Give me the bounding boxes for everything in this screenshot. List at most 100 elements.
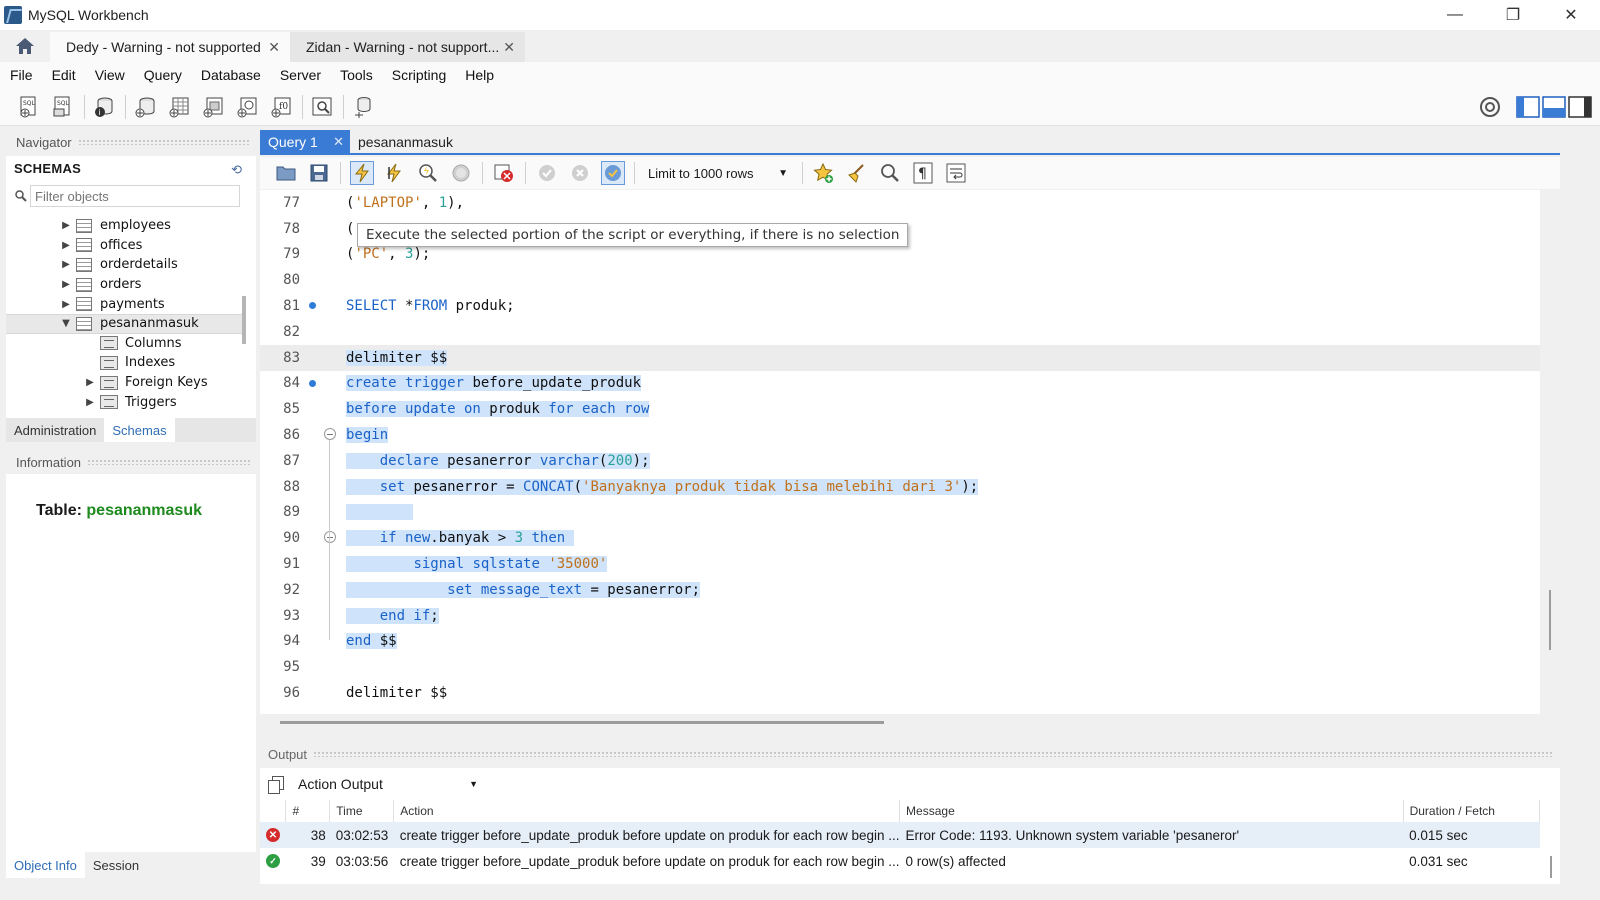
home-button[interactable] xyxy=(0,30,50,62)
menu-file[interactable]: File xyxy=(10,67,33,83)
line-number: 90 xyxy=(283,530,300,547)
expand-arrow-icon[interactable]: ▶ xyxy=(84,377,96,388)
toggle-stop-on-error-button[interactable] xyxy=(492,161,516,185)
code-line: 91 signal sqlstate '35000' xyxy=(260,551,1540,577)
expand-arrow-icon[interactable]: ▶ xyxy=(84,397,96,408)
maximize-button[interactable]: ❐ xyxy=(1484,0,1542,30)
horizontal-scrollbar[interactable] xyxy=(280,721,884,724)
output-type-select[interactable]: Action Output ▼ xyxy=(298,776,478,792)
menu-scripting[interactable]: Scripting xyxy=(392,67,446,83)
view-add-icon xyxy=(203,97,223,117)
menu-tools[interactable]: Tools xyxy=(340,67,373,83)
sql-code-editor[interactable]: 77 ('LAPTOP', 1), 78 ( 79 ('PC', 3); 80 … xyxy=(260,190,1540,714)
create-procedure-button[interactable] xyxy=(234,94,260,120)
execute-current-statement-button[interactable] xyxy=(383,161,407,185)
stop-button[interactable] xyxy=(449,161,473,185)
close-tab-icon[interactable]: ✕ xyxy=(333,134,344,150)
tree-scrollbar[interactable] xyxy=(242,296,246,344)
close-button[interactable]: ✕ xyxy=(1542,0,1600,30)
star-add-icon xyxy=(813,162,833,183)
save-file-button[interactable] xyxy=(307,161,331,185)
copy-icon[interactable] xyxy=(268,776,284,794)
output-scrollbar[interactable] xyxy=(1550,856,1552,878)
tree-item-pesananmasuk[interactable]: ▼ pesananmasuk xyxy=(6,313,242,334)
code-line-current: 83 delimiter $$ xyxy=(260,344,1540,371)
tree-item-orderdetails[interactable]: ▶ orderdetails xyxy=(6,255,242,275)
toggle-word-wrap-button[interactable] xyxy=(944,161,968,185)
create-view-button[interactable] xyxy=(200,94,226,120)
table-row[interactable]: ✓ 39 03:03:56 create trigger before_upda… xyxy=(260,848,1540,874)
toggle-secondary-sidebar-icon[interactable] xyxy=(1568,96,1592,118)
statement-marker-icon[interactable] xyxy=(309,379,316,387)
toggle-invisible-characters-button[interactable]: ¶ xyxy=(911,161,935,185)
tab-pesananmasuk[interactable]: pesananmasuk xyxy=(350,130,461,153)
open-file-button[interactable] xyxy=(274,161,298,185)
reconnect-button[interactable] xyxy=(350,94,376,120)
menu-server[interactable]: Server xyxy=(280,67,321,83)
tree-item-columns[interactable]: Columns xyxy=(6,334,242,354)
fold-toggle-icon[interactable] xyxy=(324,531,336,544)
collapse-arrow-icon[interactable]: ▼ xyxy=(60,318,72,329)
tab-administration[interactable]: Administration xyxy=(6,418,104,442)
execute-button[interactable] xyxy=(350,161,374,185)
tab-object-info[interactable]: Object Info xyxy=(6,852,85,878)
search-table-data-button[interactable] xyxy=(309,94,335,120)
tab-session[interactable]: Session xyxy=(85,852,147,878)
menu-help[interactable]: Help xyxy=(465,67,494,83)
vertical-scrollbar[interactable] xyxy=(1549,590,1551,650)
tab-query-1[interactable]: Query 1 ✕ xyxy=(260,130,350,153)
filter-objects-input[interactable] xyxy=(30,185,240,207)
menu-view[interactable]: View xyxy=(95,67,125,83)
beautify-button[interactable] xyxy=(845,161,869,185)
create-table-button[interactable] xyxy=(166,94,192,120)
table-icon xyxy=(76,277,92,292)
create-schema-button[interactable] xyxy=(132,94,158,120)
table-row[interactable]: ✕ 38 03:02:53 create trigger before_upda… xyxy=(260,822,1540,848)
settings-icon[interactable] xyxy=(1478,95,1502,119)
output-title: Output xyxy=(268,746,308,762)
table-header-row: # Time Action Message Duration / Fetch xyxy=(260,800,1541,822)
tree-item-foreign-keys[interactable]: ▶ Foreign Keys xyxy=(6,373,242,393)
menu-query[interactable]: Query xyxy=(144,67,182,83)
new-sql-tab-button[interactable]: SQL xyxy=(16,94,42,120)
commit-button[interactable] xyxy=(535,161,559,185)
expand-arrow-icon[interactable]: ▶ xyxy=(60,220,72,231)
rollback-button[interactable] xyxy=(568,161,592,185)
add-snippet-button[interactable] xyxy=(812,161,836,185)
explain-button[interactable] xyxy=(416,161,440,185)
limit-rows-select[interactable]: Limit to 1000 rows ▼ xyxy=(644,162,792,184)
tab-schemas[interactable]: Schemas xyxy=(104,418,175,442)
refresh-schemas-icon[interactable]: ⟲ xyxy=(231,162,242,178)
menu-edit[interactable]: Edit xyxy=(52,67,76,83)
tree-item-indexes[interactable]: Indexes xyxy=(6,353,242,373)
inspector-button[interactable]: i xyxy=(91,94,117,120)
expand-arrow-icon[interactable]: ▶ xyxy=(60,259,72,270)
expand-arrow-icon[interactable]: ▶ xyxy=(60,279,72,290)
line-number: 92 xyxy=(283,581,300,598)
close-tab-icon[interactable]: ✕ xyxy=(503,39,515,56)
minimize-button[interactable]: — xyxy=(1426,0,1484,30)
menu-database[interactable]: Database xyxy=(201,67,261,83)
information-box: Table: pesananmasuk xyxy=(6,474,256,852)
expand-arrow-icon[interactable]: ▶ xyxy=(60,299,72,310)
create-function-button[interactable]: f0 xyxy=(268,94,294,120)
expand-arrow-icon[interactable]: ▶ xyxy=(60,240,72,251)
tree-item-payments[interactable]: ▶ payments xyxy=(6,294,242,314)
tree-item-employees[interactable]: ▶ employees xyxy=(6,216,242,236)
code-text: before update on produk for each row xyxy=(346,401,650,418)
toggle-autocommit-button[interactable] xyxy=(601,161,625,185)
connection-tab-zidan[interactable]: Zidan - Warning - not support... ✕ xyxy=(290,32,525,62)
toggle-sidebar-icon[interactable] xyxy=(1516,96,1540,118)
schemas-title: SCHEMAS xyxy=(14,160,82,176)
find-replace-button[interactable] xyxy=(878,161,902,185)
open-sql-script-button[interactable]: SQL xyxy=(50,94,76,120)
close-tab-icon[interactable]: ✕ xyxy=(268,39,280,56)
fold-toggle-icon[interactable] xyxy=(324,428,336,441)
tree-item-orders[interactable]: ▶ orders xyxy=(6,275,242,295)
tree-item-offices[interactable]: ▶ offices xyxy=(6,236,242,256)
toggle-output-panel-icon[interactable] xyxy=(1542,96,1566,118)
tree-item-triggers[interactable]: ▶ Triggers xyxy=(6,392,242,412)
window-controls: — ❐ ✕ xyxy=(1426,0,1600,30)
connection-tab-dedy[interactable]: Dedy - Warning - not supported ✕ xyxy=(50,32,290,62)
statement-marker-icon[interactable] xyxy=(309,302,316,310)
